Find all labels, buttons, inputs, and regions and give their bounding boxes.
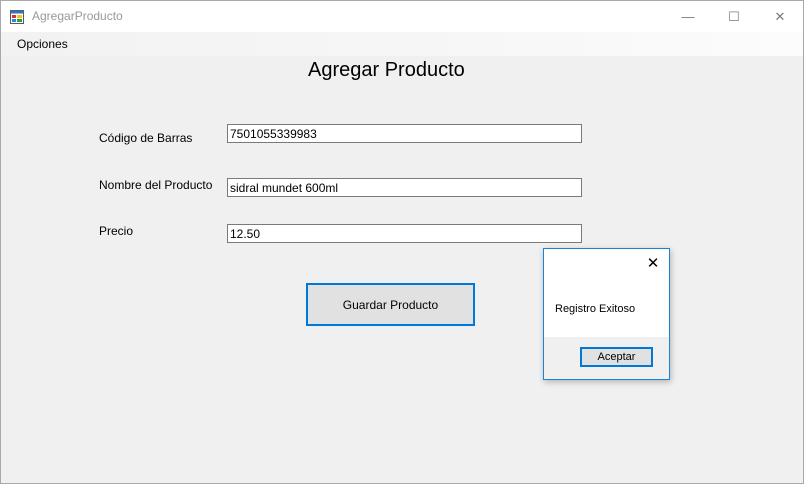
form-app-icon bbox=[10, 10, 24, 24]
dialog-footer: Aceptar bbox=[544, 337, 669, 379]
maximize-icon: ☐ bbox=[728, 8, 740, 24]
barcode-label: Código de Barras bbox=[99, 131, 193, 145]
close-icon: ✕ bbox=[774, 8, 786, 24]
price-input[interactable] bbox=[227, 224, 582, 243]
close-button[interactable]: ✕ bbox=[757, 1, 803, 32]
dialog-message: Registro Exitoso bbox=[555, 303, 636, 315]
title-bar[interactable]: AgregarProducto — ☐ ✕ bbox=[1, 1, 803, 32]
window-title: AgregarProducto bbox=[32, 9, 123, 23]
product-name-label: Nombre del Producto bbox=[99, 178, 213, 192]
maximize-button[interactable]: ☐ bbox=[711, 1, 757, 32]
close-icon: ✕ bbox=[646, 255, 660, 272]
minimize-icon: — bbox=[681, 9, 695, 24]
product-name-input[interactable] bbox=[227, 178, 582, 197]
page-title: Agregar Producto bbox=[308, 59, 465, 81]
menu-item-opciones[interactable]: Opciones bbox=[9, 36, 76, 52]
message-dialog: ✕ Registro Exitoso Aceptar bbox=[543, 248, 670, 380]
main-window: AgregarProducto — ☐ ✕ Opciones Agregar P… bbox=[0, 0, 804, 484]
barcode-input[interactable] bbox=[227, 124, 582, 143]
dialog-close-button[interactable]: ✕ bbox=[645, 255, 661, 272]
save-product-button[interactable]: Guardar Producto bbox=[306, 283, 475, 326]
price-label: Precio bbox=[99, 224, 134, 238]
minimize-button[interactable]: — bbox=[665, 1, 711, 32]
menu-bar: Opciones bbox=[1, 32, 803, 56]
ok-button[interactable]: Aceptar bbox=[580, 347, 653, 367]
